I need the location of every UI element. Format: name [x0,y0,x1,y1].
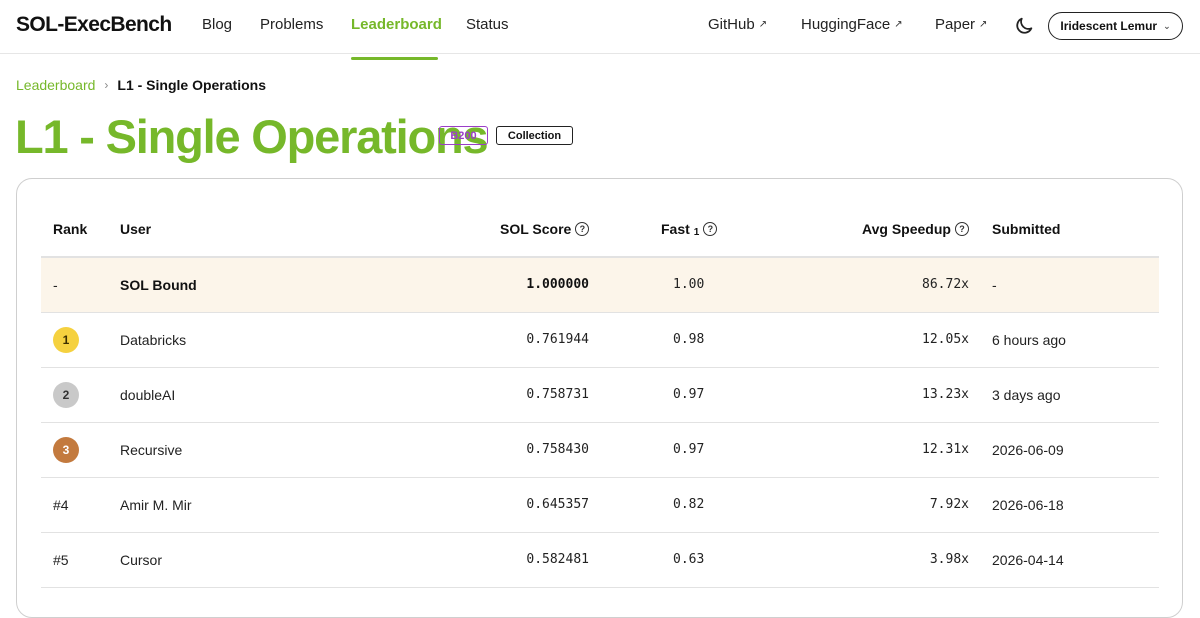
column-avg-speedup-label: Avg Speedup [862,221,951,237]
nav-blog[interactable]: Blog [202,16,232,33]
user-cell: Recursive [120,442,183,458]
external-arrow-icon: ↗ [979,18,988,30]
table-row[interactable]: 1 Databricks 0.761944 0.98 12.05x 6 hours ago [41,313,1159,368]
column-sol-score[interactable]: SOL Score ? [500,221,590,237]
github-link-label: GitHub [708,16,755,33]
gpu-badge: B200 [439,126,488,145]
table-header: Rank User SOL Score ? Fast 1 ? Avg Speed… [41,203,1159,258]
sol-score-cell: 0.761944 [526,332,589,347]
nav-status[interactable]: Status [466,16,509,33]
fast-cell: 0.63 [673,552,705,567]
leaderboard-table: Rank User SOL Score ? Fast 1 ? Avg Speed… [41,203,1159,588]
column-user-label: User [120,221,152,237]
avg-speedup-cell: 13.23x [922,387,969,402]
site-logo[interactable]: SOL-ExecBench [16,13,172,37]
nav-leaderboard[interactable]: Leaderboard [351,16,442,33]
column-rank-label: Rank [53,221,88,237]
submitted-cell: - [992,277,997,293]
column-submitted: Submitted [992,221,1060,237]
chevron-right-icon: › [104,78,109,92]
avg-speedup-cell: 7.92x [929,497,969,512]
avg-speedup-cell: 3.98x [929,552,969,567]
submitted-cell: 2026-06-18 [992,497,1064,513]
column-submitted-label: Submitted [992,221,1061,237]
rank-medal-bronze: 3 [53,437,79,463]
rank-cell: - [53,277,58,293]
column-avg-speedup[interactable]: Avg Speedup ? [862,221,969,237]
table-row[interactable]: #5 Cursor 0.582481 0.63 3.98x 2026-04-14 [41,533,1159,588]
submitted-cell: 3 days ago [992,387,1061,403]
sol-score-cell: 0.582481 [526,552,589,567]
chevron-down-icon: ⌄ [1163,20,1171,31]
github-link[interactable]: GitHub ↗ [708,16,767,33]
fast-cell: 0.97 [673,442,705,457]
rank-medal-silver: 2 [53,382,79,408]
table-row[interactable]: 2 doubleAI 0.758731 0.97 13.23x 3 days ago [41,368,1159,423]
column-rank: Rank [53,221,87,237]
sol-score-cell: 0.758430 [526,442,589,457]
column-fast-label: Fast [661,221,690,237]
huggingface-link-label: HuggingFace [801,16,891,33]
column-sol-score-label: SOL Score [500,221,572,237]
column-fast-subscript: 1 [693,226,700,238]
fast-cell: 0.82 [673,497,705,512]
column-fast[interactable]: Fast 1 ? [661,221,718,238]
user-name: Iridescent Lemur [1060,19,1158,33]
breadcrumb-leaderboard[interactable]: Leaderboard [16,77,95,93]
submitted-cell: 2026-06-09 [992,442,1064,458]
user-cell: Amir M. Mir [120,497,192,513]
avg-speedup-cell: 12.31x [922,442,969,457]
sol-score-cell: 0.645357 [526,497,589,512]
table-row[interactable]: 3 Recursive 0.758430 0.97 12.31x 2026-06-09 [41,423,1159,478]
column-user: User [120,221,151,237]
moon-icon[interactable] [1013,15,1035,37]
nav-problems[interactable]: Problems [260,16,323,33]
submitted-cell: 2026-04-14 [992,552,1064,568]
breadcrumb-current: L1 - Single Operations [117,77,266,93]
table-body: - SOL Bound 1.000000 1.00 86.72x - 1 Databricks… [41,258,1159,588]
help-icon[interactable]: ? [703,222,718,236]
table-row[interactable]: #4 Amir M. Mir 0.645357 0.82 7.92x 2026-06-18 [41,478,1159,533]
fast-cell: 1.00 [673,277,705,292]
user-cell: Databricks [120,332,187,348]
user-cell: doubleAI [120,387,176,403]
paper-link-label: Paper [935,16,976,33]
active-nav-indicator [351,57,438,60]
external-arrow-icon: ↗ [894,18,903,30]
avg-speedup-cell: 12.05x [922,332,969,347]
user-cell: SOL Bound [120,277,197,293]
huggingface-link[interactable]: HuggingFace ↗ [801,16,903,33]
rank-cell: #5 [53,552,69,568]
collection-badge: Collection [496,126,573,145]
breadcrumb: Leaderboard › L1 - Single Operations [16,77,266,93]
paper-link[interactable]: Paper ↗ [935,16,987,33]
submitted-cell: 6 hours ago [992,332,1066,348]
sol-score-cell: 0.758731 [526,387,589,402]
page-title: L1 - Single Operations [15,110,489,163]
leaderboard-card: Rank User SOL Score ? Fast 1 ? Avg Speed… [16,178,1183,618]
top-navigation-bar: SOL-ExecBench Blog Problems Leaderboard … [0,0,1200,54]
fast-cell: 0.98 [673,332,705,347]
help-icon[interactable]: ? [954,222,969,236]
user-cell: Cursor [120,552,163,568]
fast-cell: 0.97 [673,387,705,402]
rank-medal-gold: 1 [53,327,79,353]
avg-speedup-cell: 86.72x [922,277,969,292]
user-menu-button[interactable]: Iridescent Lemur ⌄ [1048,12,1183,40]
sol-score-cell: 1.000000 [526,277,589,292]
rank-cell: #4 [53,497,69,513]
sol-bound-row[interactable]: - SOL Bound 1.000000 1.00 86.72x - [41,258,1159,313]
external-arrow-icon: ↗ [758,18,768,30]
help-icon[interactable]: ? [575,222,590,236]
